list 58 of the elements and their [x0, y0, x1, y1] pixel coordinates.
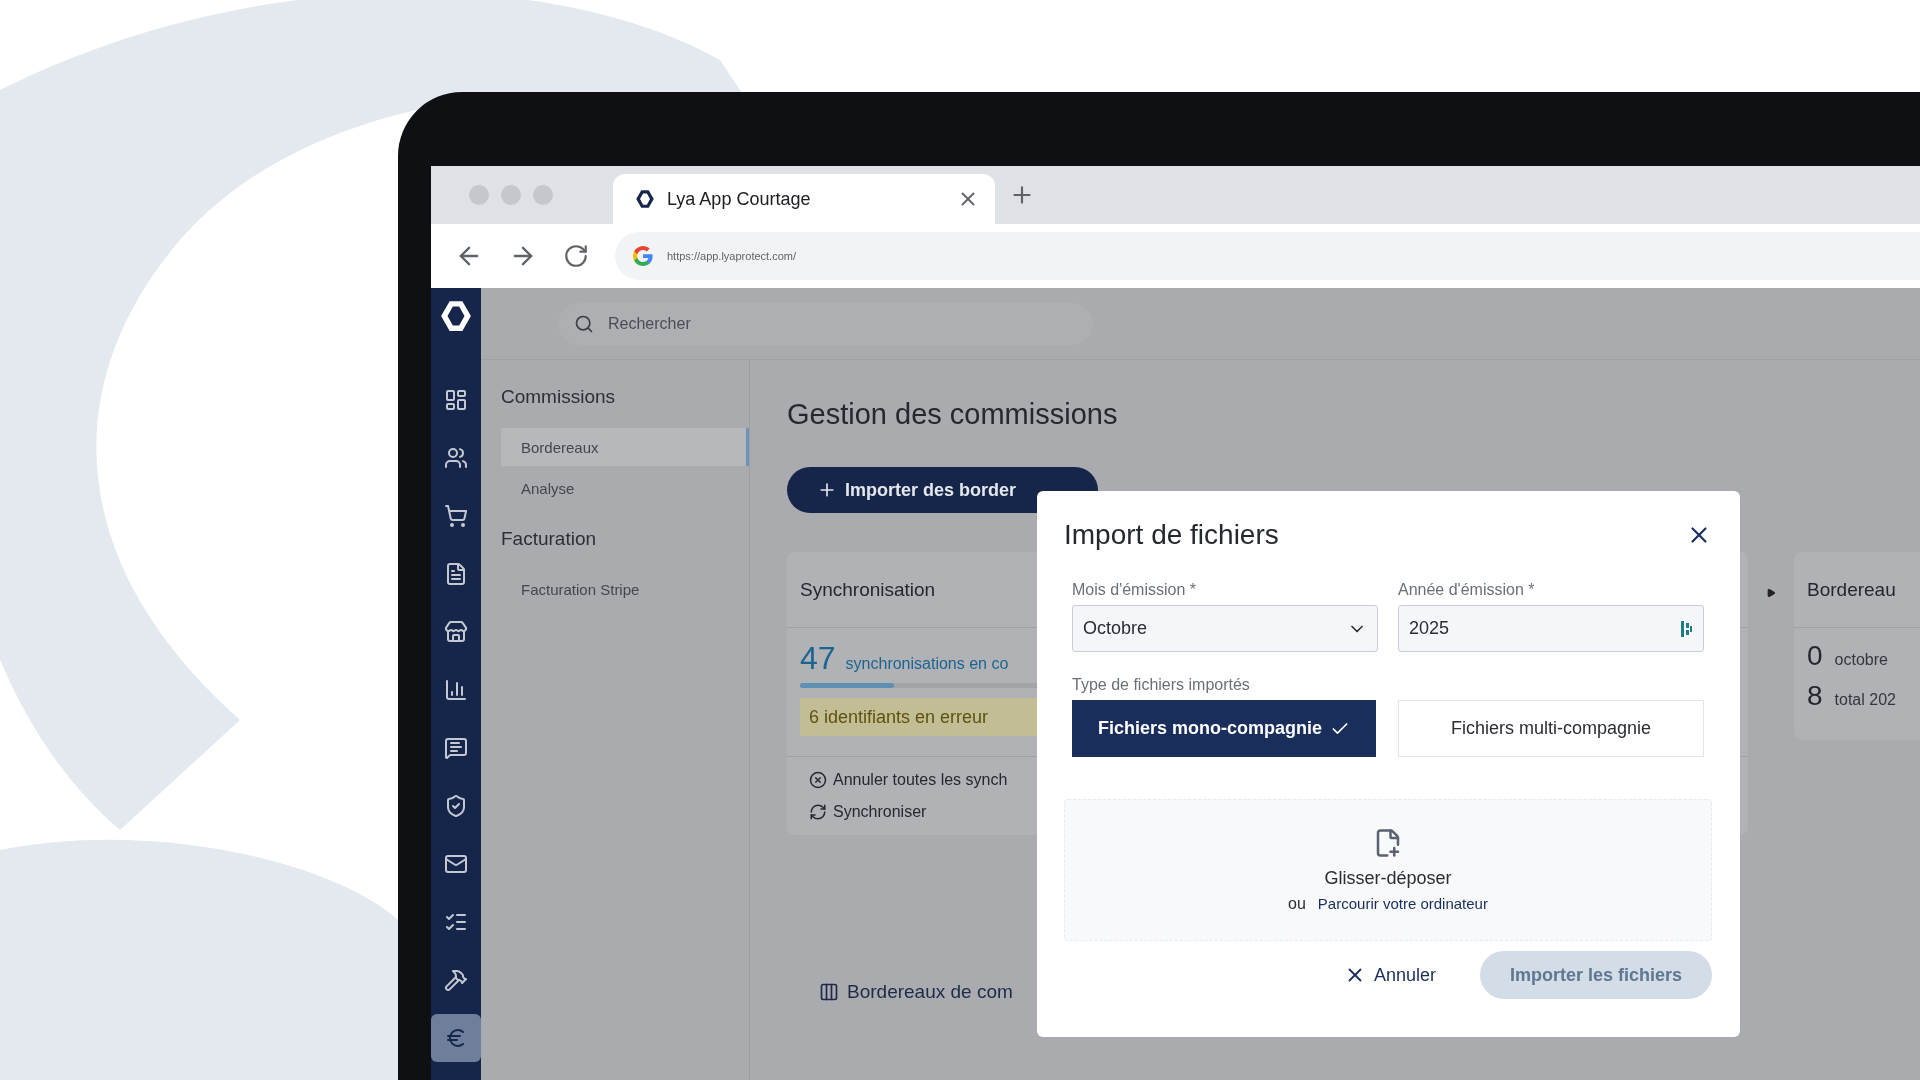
file-type-option[interactable]: Fichiers multi-compagnie [1398, 700, 1704, 757]
caret-icon[interactable] [1766, 588, 1776, 598]
sidebar-item[interactable] [431, 1014, 481, 1062]
table-toggle[interactable]: Bordereaux de com [819, 981, 1013, 1003]
or-text: ou [1288, 894, 1306, 913]
nav-section-title: Facturation [501, 528, 598, 550]
google-icon [631, 244, 655, 268]
url-text: https://app.lyaprotect.com/ [667, 250, 796, 262]
people-icon [444, 446, 468, 470]
document-icon [444, 562, 468, 586]
reload-button[interactable] [563, 243, 589, 269]
search-icon [574, 313, 594, 334]
store-icon [444, 620, 468, 644]
columns-icon [819, 982, 839, 1002]
chart-icon [444, 678, 468, 702]
stat-label: octobre [1834, 651, 1888, 669]
hammer-icon [444, 968, 468, 992]
stat-label: total 202 [1834, 691, 1896, 709]
search-bar[interactable]: Rechercher [558, 302, 1093, 345]
nav-item[interactable]: Analyse [501, 469, 749, 507]
mail-icon [444, 852, 468, 876]
import-button[interactable]: Importer des border [787, 467, 1098, 513]
chat-icon [444, 736, 468, 760]
browser-tab[interactable]: Lya App Courtage [613, 174, 995, 224]
cart-icon [444, 504, 468, 528]
file-type-option[interactable]: Fichiers mono-compagnie [1072, 700, 1376, 757]
dialog-title: Import de fichiers [1064, 519, 1279, 551]
field-label: Mois d'émission * [1072, 581, 1197, 599]
sync-count-label: synchronisations en co [845, 655, 1009, 673]
field-label: Type de fichiers importés [1072, 676, 1250, 694]
search-field[interactable]: Rechercher [606, 313, 1093, 334]
address-bar[interactable]: https://app.lyaprotect.com/ [615, 232, 1920, 280]
maximize-window-dot[interactable] [533, 185, 553, 205]
dashboard-icon [444, 388, 468, 412]
close-window-dot[interactable] [469, 185, 489, 205]
stat-value: 8 [1807, 680, 1823, 712]
tab-title: Lya App Courtage [667, 188, 812, 210]
sync-icon [809, 803, 827, 821]
field-label: Année d'émission * [1398, 581, 1536, 599]
shield-icon [444, 794, 468, 818]
page-title: Gestion des commissions [787, 398, 1119, 431]
drop-zone[interactable]: Glisser-déposer ou Parcourir votre ordinateur [1064, 799, 1712, 941]
stat-value: 0 [1807, 640, 1823, 672]
nav-section-title: Commissions [501, 386, 617, 408]
card-action[interactable]: Annuler toutes les synch [809, 771, 1726, 789]
month-select[interactable]: Octobre [1072, 605, 1378, 652]
nav-item[interactable]: Facturation Stripe [501, 570, 749, 608]
cancel-button[interactable]: Annuler [1337, 963, 1442, 987]
minimize-window-dot[interactable] [501, 185, 521, 205]
sync-count: 47 [800, 640, 836, 677]
nav-item[interactable]: Bordereaux [501, 428, 749, 466]
cancel-icon [809, 771, 827, 789]
drop-title: Glisser-déposer [1324, 867, 1452, 889]
browse-link[interactable]: Parcourir votre ordinateur [1317, 894, 1488, 912]
year-input[interactable]: 2025 [1398, 605, 1704, 652]
tab-logo-icon [635, 189, 655, 209]
card-title: Bordereau [1794, 552, 1920, 628]
logo-icon [439, 299, 473, 333]
